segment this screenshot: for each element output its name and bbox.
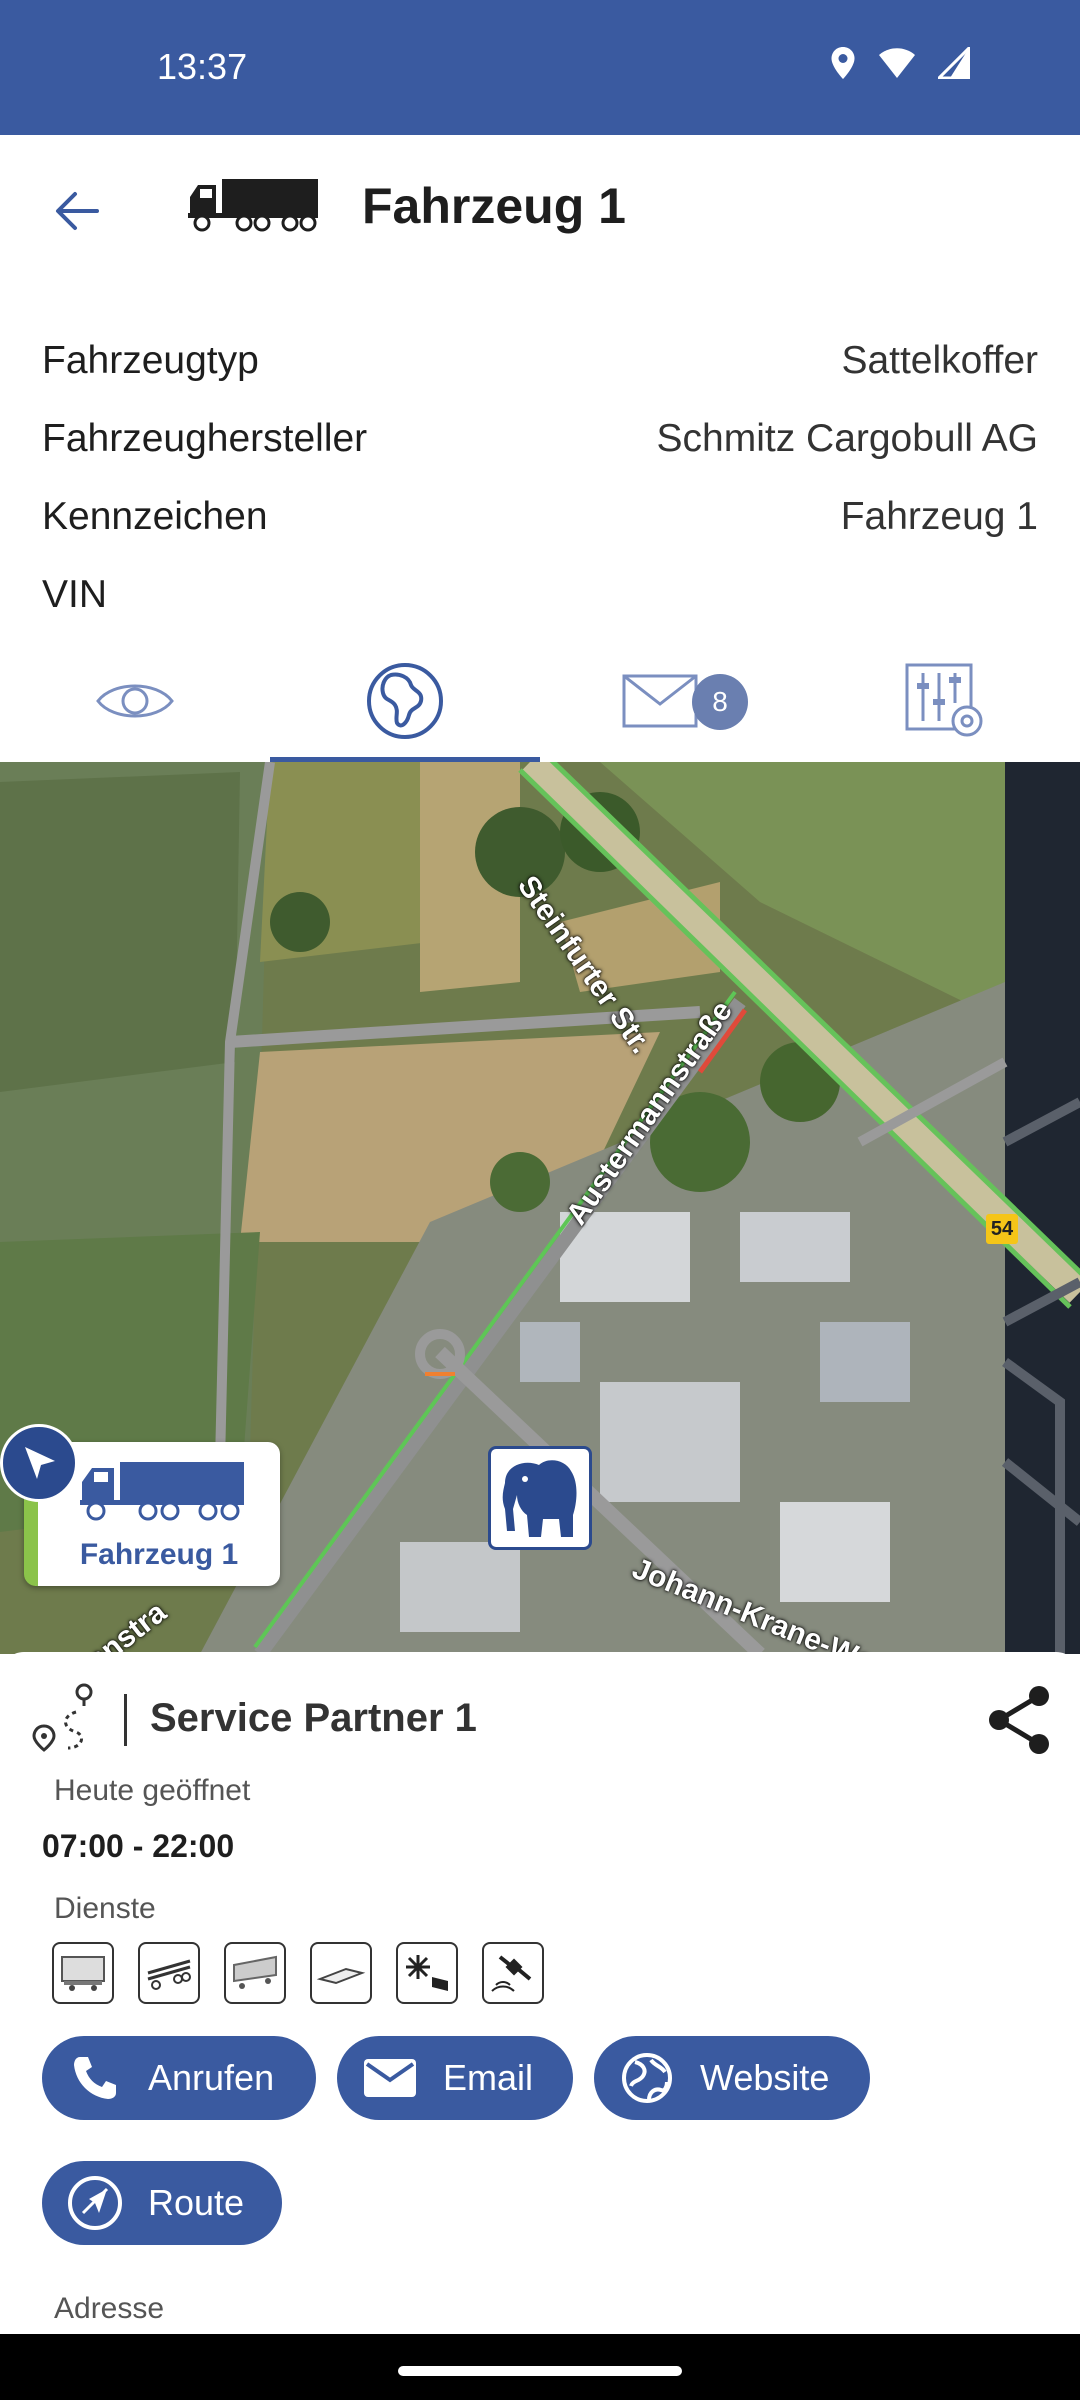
info-row-manufacturer: Fahrzeughersteller Schmitz Cargobull AG bbox=[42, 400, 1038, 478]
arrow-left-icon bbox=[56, 192, 99, 230]
services-label: Dienste bbox=[54, 1892, 156, 1925]
info-value: Schmitz Cargobull AG bbox=[656, 417, 1039, 460]
info-label: Kennzeichen bbox=[42, 495, 268, 538]
truck-icon bbox=[186, 177, 320, 238]
page-title: Fahrzeug 1 bbox=[362, 178, 626, 234]
address-label: Adresse bbox=[54, 2292, 165, 2325]
location-icon bbox=[831, 47, 855, 79]
website-button[interactable]: Website bbox=[594, 2036, 870, 2120]
box-trailer-icon bbox=[52, 1942, 114, 2004]
service-partner-sheet: Service Partner 1 Heute geöffnet 07:00 -… bbox=[0, 1652, 1080, 2372]
opening-label: Heute geöffnet bbox=[54, 1774, 251, 1807]
share-button[interactable] bbox=[980, 1680, 1060, 1760]
tab-settings[interactable] bbox=[810, 640, 1080, 762]
app-bar: Fahrzeug 1 bbox=[0, 135, 1080, 285]
globe-icon bbox=[618, 2049, 676, 2107]
route-path-icon bbox=[32, 1682, 98, 1757]
info-row-plate: Kennzeichen Fahrzeug 1 bbox=[42, 478, 1038, 556]
chassis-icon bbox=[138, 1942, 200, 2004]
status-time: 13:37 bbox=[157, 46, 248, 87]
my-location-button[interactable] bbox=[0, 1424, 78, 1502]
eye-icon bbox=[96, 684, 174, 718]
opening-hours: 07:00 - 22:00 bbox=[42, 1828, 235, 1864]
tab-messages[interactable]: 8 bbox=[540, 640, 810, 762]
settings-sliders-icon bbox=[905, 663, 983, 737]
signal-icon bbox=[938, 47, 970, 79]
call-button[interactable]: Anrufen bbox=[42, 2036, 316, 2120]
tab-map[interactable] bbox=[270, 640, 540, 762]
map-view[interactable]: Steinfurter Str. Austermannstraße Johann… bbox=[0, 762, 1080, 1654]
unread-badge: 8 bbox=[692, 674, 748, 730]
flatbed-icon bbox=[310, 1942, 372, 2004]
route-button[interactable]: Route bbox=[42, 2161, 282, 2245]
navigation-icon bbox=[66, 2174, 124, 2232]
refrigeration-icon bbox=[396, 1942, 458, 2004]
tab-overview[interactable] bbox=[0, 640, 270, 762]
info-label: VIN bbox=[42, 573, 108, 616]
mail-icon bbox=[622, 674, 698, 728]
tab-bar: 8 bbox=[0, 640, 1080, 762]
wifi-icon bbox=[879, 48, 915, 78]
info-label: Fahrzeughersteller bbox=[42, 417, 368, 460]
share-icon bbox=[989, 1686, 1049, 1754]
email-label: Email bbox=[443, 2057, 534, 2098]
service-partner-marker[interactable] bbox=[488, 1446, 592, 1550]
info-label: Fahrzeugtyp bbox=[42, 339, 259, 382]
home-gesture-handle[interactable] bbox=[398, 2366, 682, 2376]
services-list bbox=[52, 1942, 544, 2004]
truck-icon bbox=[80, 1462, 244, 1521]
system-nav-bar bbox=[0, 2334, 1080, 2400]
route-label: Route bbox=[148, 2182, 245, 2223]
divider bbox=[124, 1694, 127, 1746]
curtain-trailer-icon bbox=[224, 1942, 286, 2004]
partner-name: Service Partner 1 bbox=[150, 1696, 477, 1740]
info-value: Sattelkoffer bbox=[841, 339, 1038, 382]
website-label: Website bbox=[700, 2057, 830, 2098]
status-bar: 13:37 bbox=[0, 0, 1080, 135]
info-row-vin: VIN bbox=[42, 556, 1038, 634]
navigation-arrow-icon bbox=[25, 1447, 55, 1479]
info-value: Fahrzeug 1 bbox=[840, 495, 1038, 538]
vehicle-marker-label: Fahrzeug 1 bbox=[79, 1538, 239, 1571]
info-row-type: Fahrzeugtyp Sattelkoffer bbox=[42, 322, 1038, 400]
envelope-icon bbox=[361, 2049, 419, 2107]
globe-icon bbox=[367, 663, 443, 739]
email-button[interactable]: Email bbox=[337, 2036, 573, 2120]
back-button[interactable] bbox=[36, 171, 116, 251]
telematics-icon bbox=[482, 1942, 544, 2004]
status-icons bbox=[830, 46, 970, 80]
call-label: Anrufen bbox=[148, 2057, 275, 2098]
elephant-icon bbox=[502, 1460, 577, 1537]
vehicle-info: Fahrzeugtyp Sattelkoffer Fahrzeugherstel… bbox=[42, 322, 1038, 634]
phone-icon bbox=[66, 2049, 124, 2107]
road-number-shield: 54 bbox=[986, 1214, 1018, 1244]
